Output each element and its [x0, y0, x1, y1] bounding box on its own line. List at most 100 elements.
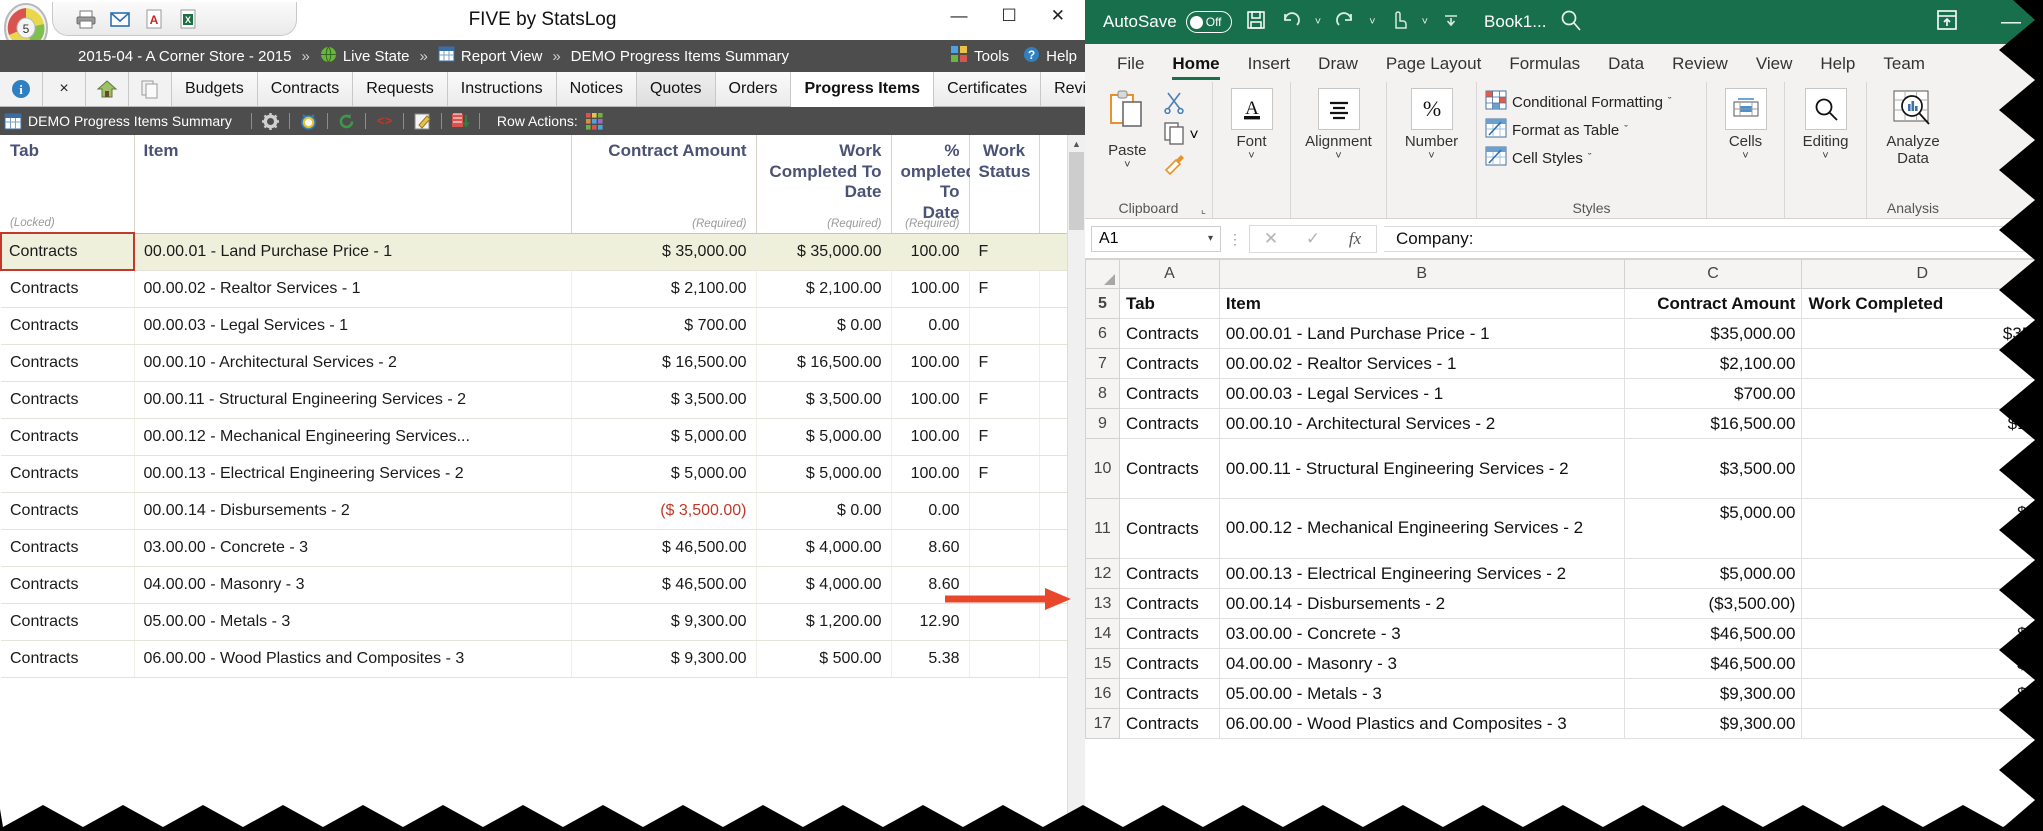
number-button[interactable]: % Number ˅ — [1393, 88, 1471, 162]
cell-c[interactable]: $2,100.00 — [1623, 348, 1803, 379]
cell-b[interactable]: 00.00.13 - Electrical Engineering Servic… — [1218, 558, 1625, 589]
cell-work-status[interactable]: F — [969, 455, 1040, 493]
cell-tab[interactable]: Contracts — [1, 566, 135, 604]
breadcrumb-item-report-name[interactable]: DEMO Progress Items Summary — [571, 48, 789, 65]
cell-work-completed[interactable]: $ 2,100.00 — [756, 270, 892, 308]
cell-c[interactable]: $46,500.00 — [1623, 648, 1803, 679]
close-button[interactable]: ✕ — [1051, 6, 1065, 26]
cell-d[interactable]: $1 — [1801, 678, 2043, 709]
sheet-row[interactable]: 15 Contracts 04.00.00 - Masonry - 3 $46,… — [1085, 648, 2043, 679]
cell-c[interactable]: $9,300.00 — [1623, 678, 1803, 709]
table-row[interactable]: Contracts 00.00.14 - Disbursements - 2 (… — [1, 492, 1070, 530]
paste-button[interactable]: Paste ˅ — [1098, 88, 1156, 171]
cell-d[interactable]: $35, — [1801, 318, 2043, 349]
code-icon[interactable]: <> — [375, 113, 394, 129]
help-menu[interactable]: ? Help — [1023, 46, 1077, 67]
tab-team[interactable]: Team — [1869, 54, 1939, 82]
cell-a[interactable]: Tab — [1118, 288, 1220, 319]
cell-a[interactable]: Contracts — [1118, 348, 1220, 379]
table-row[interactable]: Contracts 00.00.10 - Architectural Servi… — [1, 344, 1070, 382]
cell-a[interactable]: Contracts — [1118, 318, 1220, 349]
cell-work-completed[interactable]: $ 5,000.00 — [756, 455, 892, 493]
tab-draw[interactable]: Draw — [1304, 54, 1372, 82]
cell-tab[interactable]: Contracts — [0, 232, 135, 271]
cell-item[interactable]: 04.00.00 - Masonry - 3 — [134, 566, 572, 604]
alignment-chevron-down-icon[interactable]: ˅ — [1335, 150, 1341, 162]
tab-help[interactable]: Help — [1806, 54, 1869, 82]
cell-tab[interactable]: Contracts — [1, 455, 135, 493]
tools-menu[interactable]: Tools — [951, 45, 1009, 67]
cell-contract-amount[interactable]: $ 3,500.00 — [571, 381, 757, 419]
module-tab-notices[interactable]: Notices — [556, 72, 637, 106]
number-chevron-down-icon[interactable]: ˅ — [1428, 150, 1434, 162]
alarm-clock-icon[interactable] — [299, 112, 318, 131]
row-header[interactable]: 7 — [1085, 348, 1120, 379]
info-icon[interactable]: i — [0, 72, 43, 106]
cell-styles-chevron-down-icon[interactable]: ˇ — [1588, 152, 1592, 164]
copy-icon[interactable] — [1162, 121, 1186, 150]
row-header[interactable]: 11 — [1085, 498, 1120, 559]
column-header-contract-amount[interactable]: Contract Amount (Required) — [571, 135, 757, 234]
cell-item[interactable]: 05.00.00 - Metals - 3 — [134, 603, 572, 641]
row-header[interactable]: 13 — [1085, 588, 1120, 619]
table-row[interactable]: Contracts 05.00.00 - Metals - 3 $ 9,300.… — [1, 603, 1070, 641]
cell-a[interactable]: Contracts — [1118, 558, 1220, 589]
scroll-up-arrow[interactable]: ▲ — [1068, 135, 1085, 152]
module-tab-progress-items[interactable]: Progress Items — [791, 72, 935, 107]
column-header-a[interactable]: A — [1118, 259, 1220, 289]
sheet-row[interactable]: 12 Contracts 00.00.13 - Electrical Engin… — [1085, 558, 2043, 589]
cell-a[interactable]: Contracts — [1118, 648, 1220, 679]
table-row[interactable]: Contracts 00.00.02 - Realtor Services - … — [1, 270, 1070, 308]
copy-icon[interactable] — [129, 72, 172, 106]
more-commands-icon[interactable] — [1441, 12, 1461, 33]
table-row[interactable]: Contracts 06.00.00 - Wood Plastics and C… — [1, 640, 1070, 678]
cell-a[interactable]: Contracts — [1118, 378, 1220, 409]
cell-d[interactable]: $5 — [1801, 498, 2043, 559]
cell-c[interactable]: $700.00 — [1623, 378, 1803, 409]
cell-c[interactable]: $9,300.00 — [1623, 708, 1803, 739]
cell-styles-button[interactable]: Cell Styles ˇ — [1485, 144, 1592, 172]
cell-tab[interactable]: Contracts — [1, 344, 135, 382]
format-as-table-button[interactable]: Format as Table ˇ — [1485, 116, 1628, 144]
cell-c[interactable]: $5,000.00 — [1623, 558, 1803, 589]
cells-chevron-down-icon[interactable]: ˅ — [1742, 150, 1748, 162]
cell-contract-amount[interactable]: $ 9,300.00 — [571, 640, 757, 678]
sheet-row[interactable]: 13 Contracts 00.00.14 - Disbursements - … — [1085, 588, 2043, 619]
module-tab-reviews[interactable]: Reviews — [1041, 72, 1085, 106]
name-box-chevron-down-icon[interactable]: ▾ — [1208, 233, 1213, 244]
cell-pct-completed[interactable]: 100.00 — [891, 233, 970, 271]
cell-work-status[interactable]: F — [969, 344, 1040, 382]
enter-check-icon[interactable]: ✓ — [1292, 227, 1334, 251]
home-icon[interactable] — [86, 72, 129, 106]
format-as-table-chevron-down-icon[interactable]: ˇ — [1624, 124, 1628, 136]
cell-pct-completed[interactable]: 0.00 — [891, 307, 970, 345]
row-header[interactable]: 9 — [1085, 408, 1120, 439]
touch-chevron-down-icon[interactable]: ˅ — [1422, 16, 1428, 28]
table-row[interactable]: Contracts 03.00.00 - Concrete - 3 $ 46,5… — [1, 529, 1070, 567]
cell-contract-amount[interactable]: $ 5,000.00 — [571, 455, 757, 493]
cell-c[interactable]: $46,500.00 — [1623, 618, 1803, 649]
cell-tab[interactable]: Contracts — [1, 529, 135, 567]
cell-pct-completed[interactable]: 5.38 — [891, 640, 970, 678]
cell-a[interactable]: Contracts — [1118, 588, 1220, 619]
table-row[interactable]: Contracts 00.00.12 - Mechanical Engineer… — [1, 418, 1070, 456]
save-icon[interactable] — [1245, 9, 1267, 36]
cell-contract-amount[interactable]: ($ 3,500.00) — [571, 492, 757, 530]
cell-item[interactable]: 00.00.10 - Architectural Services - 2 — [134, 344, 572, 382]
cell-b[interactable]: Item — [1218, 288, 1625, 319]
sheet-row[interactable]: 5 Tab Item Contract Amount Work Complete… — [1085, 288, 2043, 319]
cell-pct-completed[interactable]: 8.60 — [891, 529, 970, 567]
breadcrumb-item-report-view[interactable]: Report View — [438, 46, 542, 66]
cell-pct-completed[interactable]: 100.00 — [891, 455, 970, 493]
cell-work-status[interactable] — [969, 307, 1040, 345]
conditional-formatting-chevron-down-icon[interactable]: ˇ — [1668, 96, 1672, 108]
cell-item[interactable]: 00.00.01 - Land Purchase Price - 1 — [134, 233, 572, 271]
cell-work-completed[interactable]: $ 4,000.00 — [756, 566, 892, 604]
column-header-pct-completed-to-date[interactable]: % ompleted To Date (Required) — [891, 135, 976, 234]
table-row[interactable]: Contracts 00.00.01 - Land Purchase Price… — [0, 232, 1070, 271]
cell-work-completed[interactable]: $ 3,500.00 — [756, 381, 892, 419]
cell-d[interactable]: $4 — [1801, 618, 2043, 649]
cell-work-status[interactable] — [969, 640, 1040, 678]
module-tab-certificates[interactable]: Certificates — [934, 72, 1042, 106]
cell-pct-completed[interactable]: 100.00 — [891, 344, 970, 382]
